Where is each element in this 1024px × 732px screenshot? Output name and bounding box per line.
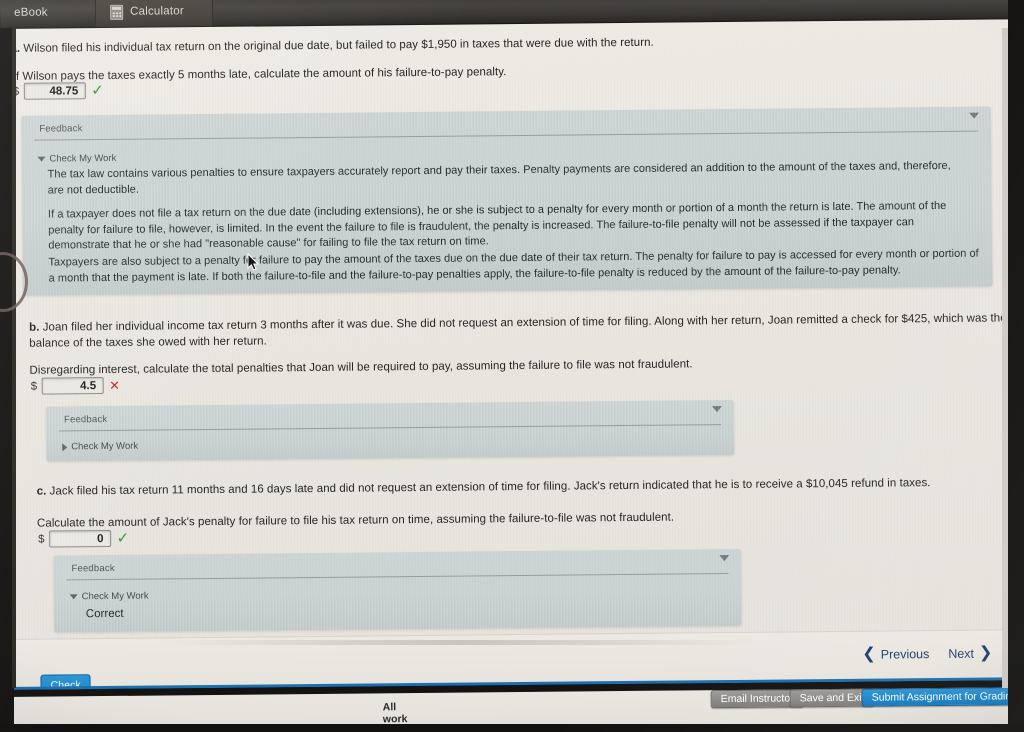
tab-divider: [211, 0, 214, 23]
nav-previous[interactable]: ❮ Previous: [862, 646, 929, 663]
screen-photo: eBook Calculator a. Wilson filed his ind…: [0, 0, 1024, 732]
submit-assignment-button[interactable]: Submit Assignment for Grading: [861, 687, 1024, 707]
screen-bezel-bottom: [0, 724, 1024, 732]
assignment-page: a. Wilson filed his individual tax retur…: [0, 19, 1024, 665]
check-my-work-toggle-c[interactable]: Check My Work: [69, 591, 149, 603]
question-b-label: b.: [29, 321, 40, 334]
feedback-panel-c: Feedback Check My Work Correct: [53, 548, 743, 633]
question-a-prompt: a. Wilson filed his individual tax retur…: [10, 31, 1010, 57]
screen-bezel-right: [1008, 0, 1024, 732]
incorrect-x-icon-b: ✕: [109, 377, 121, 393]
chevron-right-icon: ❯: [978, 644, 993, 662]
tab-calculator[interactable]: Calculator: [95, 0, 213, 28]
question-c-prompt-text: Jack filed his tax return 11 months and …: [49, 477, 931, 498]
answer-input-c[interactable]: 0: [49, 529, 112, 548]
nav-next-label: Next: [948, 646, 975, 661]
feedback-collapse-caret-a[interactable]: [969, 112, 980, 119]
feedback-paragraph-a-2: If a taxpayer does not file a tax return…: [47, 199, 947, 252]
feedback-title-a: Feedback: [39, 123, 83, 135]
feedback-panel-a: Feedback Check My Work The tax law conta…: [21, 106, 993, 296]
scroll-shadow: [160, 640, 760, 645]
tab-calculator-label: Calculator: [130, 5, 184, 18]
question-b-instruction: Disregarding interest, calculate the tot…: [29, 358, 693, 377]
question-a-answer-row: $ 48.75 ✓: [13, 82, 104, 100]
question-b-answer-row: $ 4.5 ✕: [31, 377, 120, 395]
correct-check-icon-a: ✓: [91, 82, 104, 100]
check-my-work-toggle-a[interactable]: Check My Work: [37, 153, 116, 165]
calculator-icon: [110, 4, 124, 20]
answer-input-b[interactable]: 4.5: [42, 377, 105, 395]
correct-check-icon-c: ✓: [116, 529, 130, 547]
triangle-down-icon: [69, 594, 78, 600]
triangle-right-icon: [62, 442, 68, 451]
feedback-title-b: Feedback: [63, 413, 108, 426]
feedback-divider: [59, 424, 722, 432]
question-b-prompt: b. Joan filed her individual income tax …: [29, 310, 1014, 351]
feedback-paragraph-a-1: The tax law contains various penalties t…: [47, 159, 951, 197]
question-a-instruction: If Wilson pays the taxes exactly 5 month…: [12, 66, 507, 83]
currency-symbol: $: [38, 533, 45, 546]
feedback-collapse-caret-c[interactable]: [719, 555, 730, 562]
nav-next[interactable]: Next ❯: [948, 644, 993, 662]
feedback-panel-b: Feedback Check My Work: [45, 399, 735, 462]
tab-ebook[interactable]: eBook: [0, 0, 95, 28]
chevron-left-icon: ❮: [862, 645, 876, 663]
feedback-title-c: Feedback: [71, 562, 115, 575]
feedback-collapse-caret-b[interactable]: [711, 406, 722, 413]
triangle-down-icon: [37, 156, 46, 162]
answer-input-a[interactable]: 48.75: [24, 82, 87, 100]
check-my-work-toggle-b[interactable]: Check My Work: [62, 441, 138, 453]
feedback-result-c: Correct: [85, 607, 124, 621]
question-c-answer-row: $ 0 ✓: [38, 530, 129, 548]
nav-previous-label: Previous: [880, 647, 930, 662]
question-c-prompt: c. Jack filed his tax return 11 months a…: [37, 474, 1022, 499]
mouse-cursor: [247, 253, 260, 271]
feedback-divider: [34, 130, 979, 141]
tab-ebook-label: eBook: [14, 6, 48, 19]
feedback-divider: [66, 573, 729, 581]
question-b-prompt-text: Joan filed her individual income tax ret…: [29, 312, 1007, 350]
question-a-prompt-text: Wilson filed his individual tax return o…: [23, 36, 654, 55]
question-c-instruction: Calculate the amount of Jack's penalty f…: [36, 511, 675, 530]
window-edge-left: [12, 28, 16, 688]
currency-symbol: $: [30, 380, 38, 393]
question-c-label: c.: [36, 485, 47, 498]
